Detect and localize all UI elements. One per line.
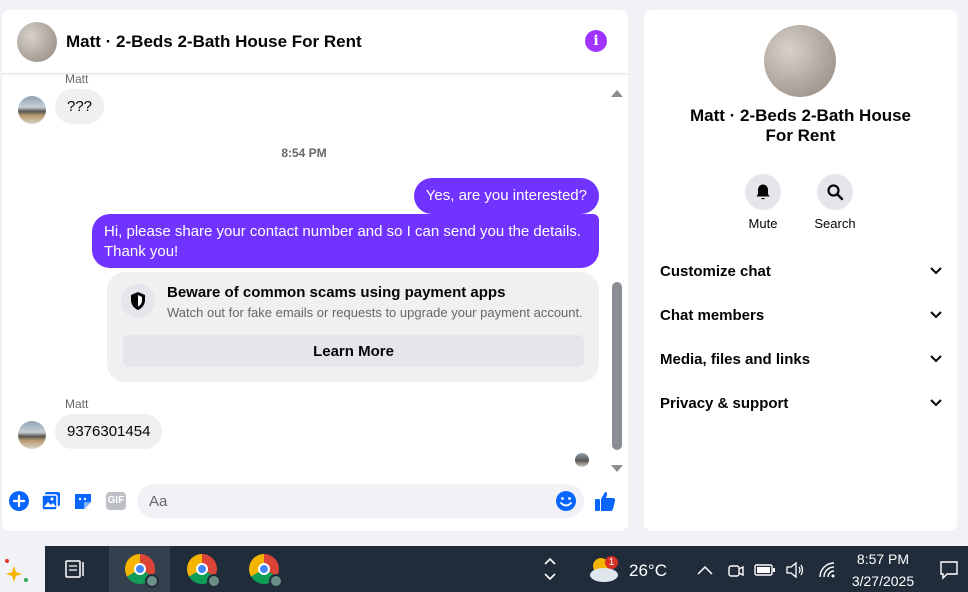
message-bubble-incoming[interactable]: ??? [55, 89, 105, 124]
message-line: Hi, please share your contact number and… [104, 223, 581, 240]
windows-taskbar: 1 26°C 8:57 PM 3/27/2025 [0, 546, 968, 592]
taskbar-chrome-3[interactable] [234, 546, 294, 592]
chevron-down-icon [930, 355, 942, 363]
section-label: Media, files and links [660, 350, 811, 368]
sender-name: Matt [65, 397, 89, 411]
battery-icon[interactable] [754, 563, 776, 577]
message-input[interactable] [137, 484, 584, 518]
meet-now-icon[interactable] [727, 561, 745, 579]
notification-icon[interactable] [939, 560, 959, 580]
plus-circle-icon[interactable] [8, 490, 30, 512]
scam-warning-title: Beware of common scams using payment app… [167, 284, 506, 301]
mute-label: Mute [748, 216, 778, 231]
scroll-down-icon[interactable] [611, 465, 623, 472]
chat-title[interactable]: Matt · 2-Beds 2-Bath House For Rent [66, 32, 362, 52]
scroll-thumb[interactable] [612, 282, 622, 450]
clock-date[interactable]: 3/27/2025 [846, 573, 920, 589]
message-bubble-outgoing[interactable]: Yes, are you interested? [413, 178, 599, 214]
chrome-icon [249, 554, 283, 588]
emoji-icon[interactable] [555, 490, 577, 512]
chrome-icon [187, 554, 221, 588]
conversation-info-panel: Matt · 2-Beds 2-Bath House For Rent Mute… [644, 10, 957, 531]
section-customize-chat[interactable]: Customize chat [660, 259, 942, 283]
section-label: Chat members [660, 306, 765, 324]
scam-warning-text: Watch out for fake emails or requests to… [167, 305, 583, 320]
shield-icon [121, 284, 155, 318]
message-timestamp: 8:54 PM [281, 146, 327, 160]
scroll-up-icon[interactable] [611, 90, 623, 97]
gif-label: GIF [105, 492, 127, 510]
chrome-icon [124, 554, 159, 588]
task-view-icon [65, 560, 84, 578]
bell-icon[interactable] [745, 174, 781, 210]
contact-avatar-large[interactable] [764, 25, 836, 97]
chat-header: Matt · 2-Beds 2-Bath House For Rent i [2, 10, 628, 74]
volume-icon[interactable] [785, 561, 805, 579]
photo-icon[interactable] [40, 490, 62, 512]
search-action[interactable]: Search [805, 174, 865, 231]
task-view-button[interactable] [50, 546, 100, 592]
section-privacy-support[interactable]: Privacy & support [660, 391, 942, 415]
message-composer: GIF [2, 480, 628, 530]
chevron-down-icon [930, 311, 942, 319]
wifi-icon[interactable] [818, 561, 836, 579]
search-icon[interactable] [817, 174, 853, 210]
sender-avatar[interactable] [18, 421, 46, 449]
weather-temp[interactable]: 26°C [629, 561, 667, 581]
gif-icon[interactable]: GIF [104, 490, 128, 512]
chevron-down-icon[interactable] [544, 573, 556, 581]
weather-widget[interactable]: 1 [586, 546, 622, 592]
like-icon[interactable] [594, 490, 616, 512]
message-bubble-incoming[interactable]: 9376301454 [55, 414, 163, 449]
copilot-button[interactable] [0, 546, 45, 592]
mute-action[interactable]: Mute [733, 174, 793, 231]
taskbar-scroll-buttons[interactable] [540, 546, 560, 592]
sender-avatar[interactable] [18, 96, 46, 124]
chat-panel: Matt · 2-Beds 2-Bath House For Rent i Ma… [2, 10, 628, 531]
section-label: Customize chat [660, 262, 771, 280]
chevron-down-icon [930, 399, 942, 407]
message-scrollbar[interactable] [610, 82, 624, 476]
info-panel-title: Matt · 2-Beds 2-Bath House For Rent [689, 106, 912, 145]
seen-indicator-avatar [575, 453, 589, 467]
section-media-files-links[interactable]: Media, files and links [660, 347, 942, 371]
taskbar-chrome-2[interactable] [172, 546, 232, 592]
learn-more-button[interactable]: Learn More [123, 335, 584, 367]
message-line: Thank you! [104, 243, 179, 260]
chevron-up-icon[interactable] [544, 557, 556, 565]
contact-avatar[interactable] [17, 21, 57, 62]
section-label: Privacy & support [660, 394, 789, 412]
weather-badge: 1 [605, 556, 618, 569]
chevron-down-icon [930, 267, 942, 275]
clock-time[interactable]: 8:57 PM [850, 551, 916, 567]
search-label: Search [814, 216, 856, 231]
message-bubble-outgoing[interactable]: Hi, please share your contact number and… [92, 214, 599, 268]
sticker-icon[interactable] [72, 490, 94, 512]
taskbar-chrome-1[interactable] [109, 546, 170, 592]
info-icon[interactable]: i [585, 30, 607, 52]
sender-name: Matt [65, 72, 89, 86]
scam-warning-card: Beware of common scams using payment app… [107, 272, 599, 382]
section-chat-members[interactable]: Chat members [660, 303, 942, 327]
sparkle-icon [5, 559, 28, 582]
chevron-up-icon[interactable] [697, 565, 713, 575]
